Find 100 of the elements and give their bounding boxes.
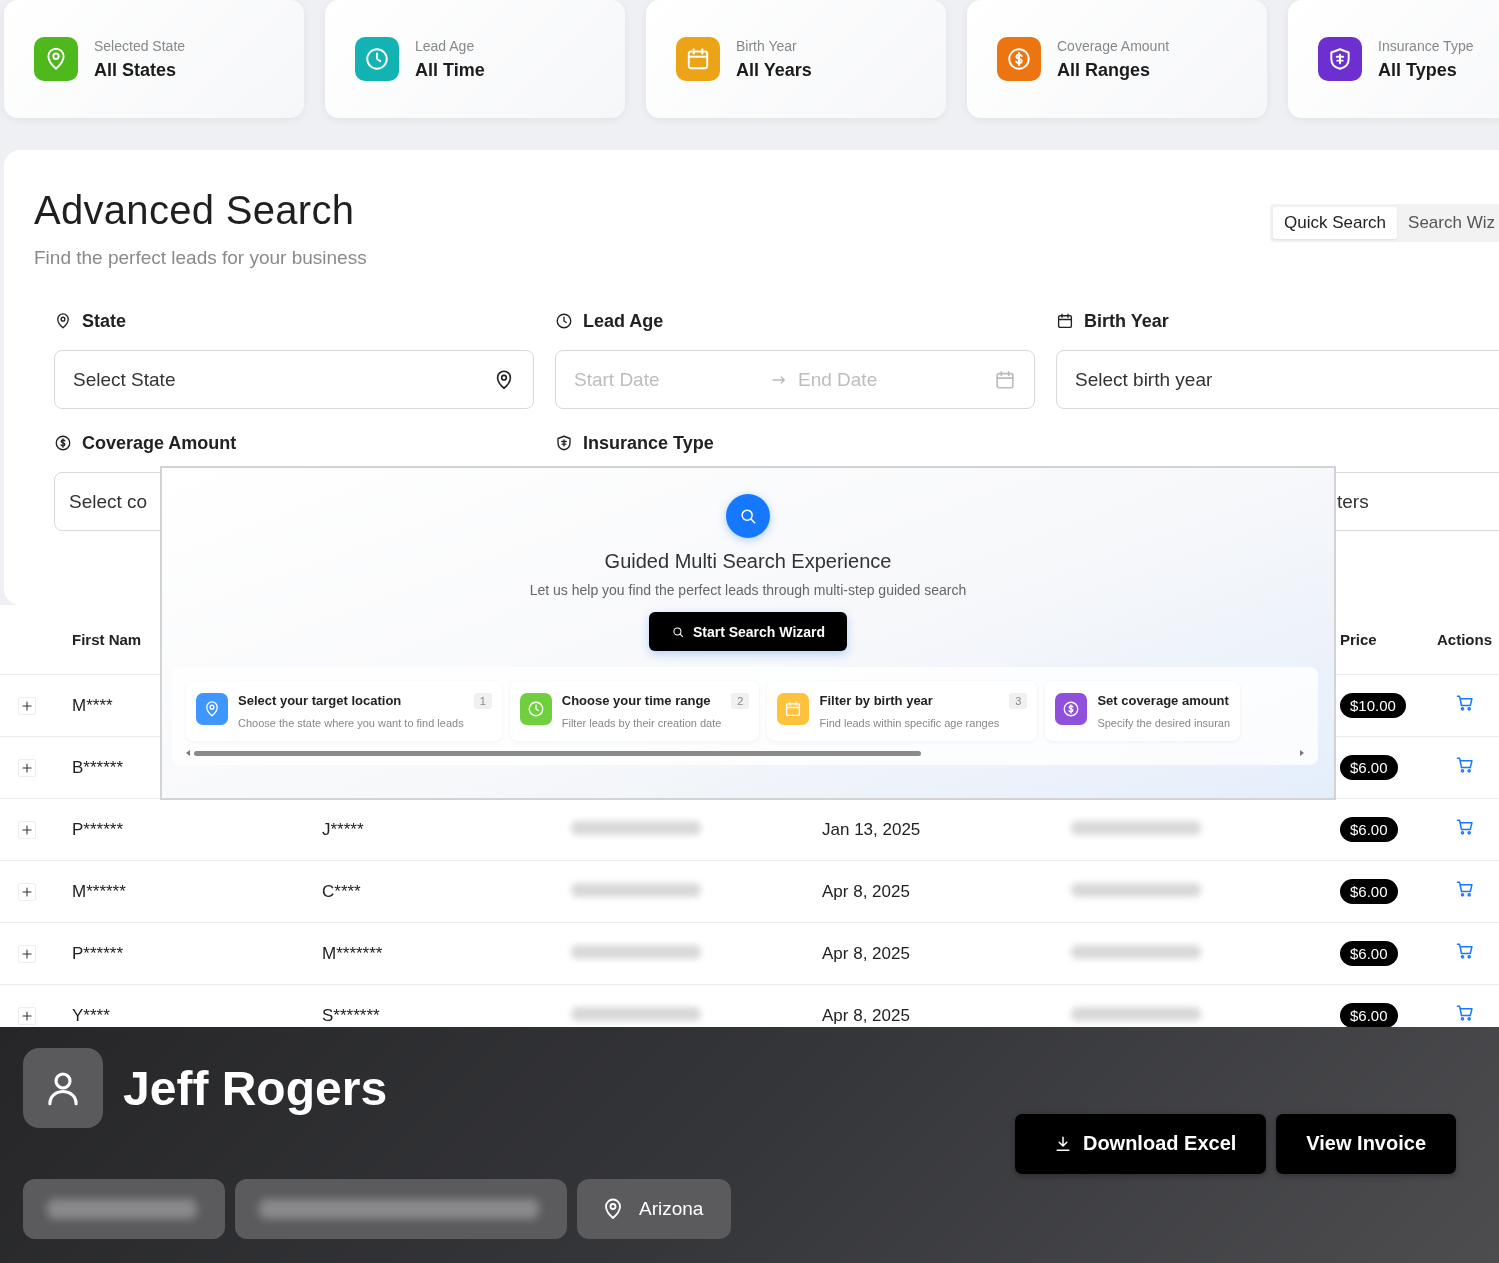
first-name-cell: P******: [72, 943, 124, 963]
plus-icon: [20, 1008, 34, 1023]
date-range-field[interactable]: Start Date End Date: [555, 350, 1035, 409]
expand-row-button[interactable]: [18, 758, 36, 777]
stat-label: Lead Age: [415, 37, 476, 54]
first-name-cell: P******: [72, 819, 124, 839]
last-name-cell: M*******: [322, 943, 383, 963]
expand-row-button[interactable]: [18, 944, 36, 963]
expand-row-button[interactable]: [18, 882, 36, 901]
clock-icon: [364, 46, 390, 72]
first-name-cell: M******: [72, 881, 126, 901]
add-to-cart-button[interactable]: [1455, 879, 1475, 899]
field-label: Lead Age: [583, 310, 664, 332]
stat-value: All Time: [415, 59, 485, 81]
step-description: Filter leads by their creation date: [561, 717, 722, 729]
column-header: First Nam: [72, 631, 142, 648]
step-card[interactable]: Choose your time range Filter leads by their creation date 2: [509, 681, 760, 741]
add-to-cart-button[interactable]: [1455, 1003, 1475, 1023]
calendar-icon: [994, 368, 1016, 391]
clock-icon: [555, 312, 573, 330]
price-tag: $6.00: [1340, 879, 1398, 904]
price-tag: $6.00: [1340, 1003, 1398, 1027]
last-name-cell: J*****: [322, 819, 364, 839]
start-date-input[interactable]: Start Date: [574, 368, 760, 391]
step-card[interactable]: Filter by birth year Find leads within specific age ranges 3: [767, 681, 1038, 741]
clock-icon: [526, 700, 545, 718]
horizontal-scrollbar[interactable]: [186, 749, 1304, 757]
field-label: Coverage Amount: [82, 432, 237, 454]
cart-icon: [1455, 941, 1475, 961]
search-mode-tab[interactable]: Search Wiz: [1397, 207, 1499, 239]
price-tag: $6.00: [1340, 941, 1398, 966]
cart-icon: [1455, 755, 1475, 775]
stat-label: Insurance Type: [1378, 37, 1474, 54]
add-to-cart-button[interactable]: [1455, 693, 1475, 713]
first-name-cell: M****: [72, 695, 113, 715]
dollar-circle-icon: [54, 434, 72, 452]
date-cell: Apr 8, 2025: [822, 943, 910, 963]
state-select[interactable]: Select State: [54, 350, 534, 409]
location-pin-icon: [54, 312, 72, 330]
step-title: Filter by birth year: [819, 693, 934, 708]
search-icon: [738, 506, 758, 526]
step-title: Select your target location: [238, 693, 403, 708]
price-tag: $6.00: [1340, 817, 1398, 842]
step-number: 2: [731, 693, 750, 709]
step-title: Choose your time range: [561, 693, 712, 708]
field-label: Birth Year: [1084, 310, 1169, 332]
price-tag: $6.00: [1340, 755, 1398, 780]
calendar-icon: [784, 700, 803, 718]
end-date-input[interactable]: End Date: [798, 368, 984, 391]
page-subtitle: Find the perfect leads for your business: [34, 247, 368, 269]
plus-icon: [20, 884, 34, 899]
first-name-cell: B******: [72, 757, 124, 777]
price-tag: $10.00: [1340, 693, 1406, 718]
last-name-cell: S*******: [322, 1005, 380, 1025]
date-cell: Jan 13, 2025: [822, 819, 921, 839]
cart-icon: [1455, 1003, 1475, 1023]
calendar-icon: [1056, 312, 1074, 330]
contact-value: Arizona: [639, 1198, 704, 1220]
cart-icon: [1455, 879, 1475, 899]
stat-value: All States: [94, 59, 178, 81]
dollar-circle-icon: [1062, 700, 1081, 718]
stat-label: Coverage Amount: [1057, 37, 1170, 54]
step-title: Set coverage amount: [1097, 693, 1230, 708]
field-label: Insurance Type: [583, 432, 714, 454]
stat-label: Selected State: [94, 37, 186, 54]
stat-value: All Ranges: [1057, 59, 1152, 81]
column-header: Actions: [1437, 631, 1492, 648]
page-title: Advanced Search: [34, 188, 356, 233]
shield-icon: [555, 434, 573, 452]
shield-icon: [1327, 46, 1353, 72]
add-to-cart-button[interactable]: [1455, 817, 1475, 837]
last-name-cell: C****: [322, 881, 361, 901]
first-name-cell: Y****: [72, 1005, 110, 1025]
stat-value: All Types: [1378, 59, 1458, 81]
expand-row-button[interactable]: [18, 820, 36, 839]
step-card[interactable]: Select your target location Choose the state where you want to find leads 1: [186, 681, 502, 741]
step-description: Choose the state where you want to find leads: [238, 717, 464, 729]
add-to-cart-button[interactable]: [1455, 941, 1475, 961]
select-field[interactable]: Select birth year: [1056, 350, 1499, 409]
location-pin-icon: [203, 700, 221, 718]
expand-row-button[interactable]: [18, 1006, 36, 1025]
step-card[interactable]: Set coverage amount Specify the desired insuran: [1045, 681, 1241, 741]
dollar-circle-icon: [1006, 46, 1032, 72]
customer-name: Jeff Rogers: [123, 1060, 388, 1116]
download-excel-button[interactable]: Download Excel: [1014, 1113, 1267, 1174]
wizard-subtitle: Let us help you find the perfect leads through multi-step guided search: [529, 582, 967, 598]
plus-icon: [20, 698, 34, 713]
wizard-title: Guided Multi Search Experience: [604, 550, 892, 573]
step-number: 1: [473, 693, 492, 709]
plus-icon: [20, 822, 34, 837]
start-search-wizard-button[interactable]: Start Search Wizard: [648, 612, 848, 651]
view-invoice-button[interactable]: View Invoice: [1276, 1113, 1456, 1174]
add-to-cart-button[interactable]: [1455, 755, 1475, 775]
calendar-icon: [685, 46, 711, 72]
state-input[interactable]: Select State: [73, 368, 483, 391]
plus-icon: [20, 760, 34, 775]
search-mode-tab[interactable]: Quick Search: [1273, 207, 1398, 239]
expand-row-button[interactable]: [18, 696, 36, 715]
field-label: State: [82, 310, 126, 332]
cart-icon: [1455, 817, 1475, 837]
